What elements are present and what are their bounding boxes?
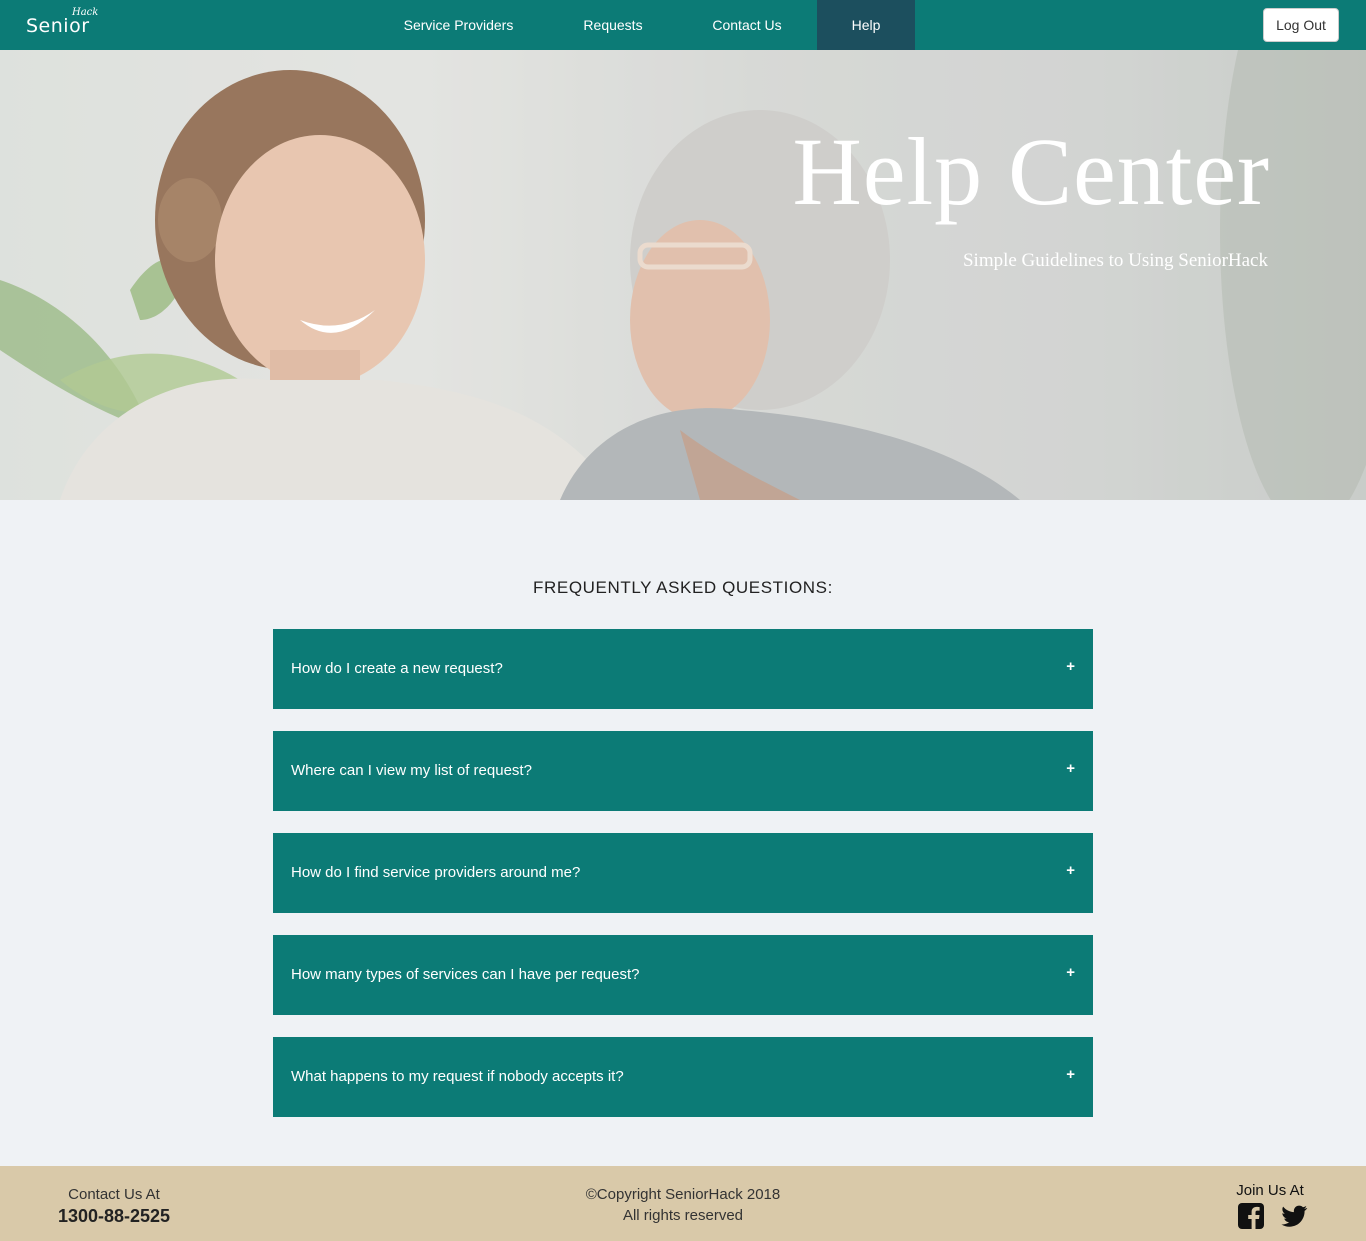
faq-question: What happens to my request if nobody acc… bbox=[291, 1068, 624, 1085]
nav-requests[interactable]: Requests bbox=[568, 0, 658, 50]
brand-logo[interactable]: Hack Senior bbox=[26, 6, 106, 44]
hero-subtitle: Simple Guidelines to Using SeniorHack bbox=[962, 250, 1268, 271]
expand-plus-icon[interactable]: + bbox=[1066, 1066, 1075, 1083]
expand-plus-icon[interactable]: + bbox=[1066, 964, 1075, 981]
twitter-icon[interactable] bbox=[1281, 1203, 1308, 1229]
faq-item[interactable]: How do I create a new request? + bbox=[273, 629, 1093, 709]
logout-button[interactable]: Log Out bbox=[1263, 8, 1339, 42]
faq-question: How do I find service providers around m… bbox=[291, 864, 581, 881]
footer-copyright: ©Copyright SeniorHack 2018 bbox=[585, 1186, 781, 1203]
nav-contact-us[interactable]: Contact Us bbox=[697, 0, 797, 50]
brand-logo-main-text: Senior bbox=[26, 15, 90, 37]
faq-question: Where can I view my list of request? bbox=[291, 762, 532, 779]
faq-item[interactable]: How many types of services can I have pe… bbox=[273, 935, 1093, 1015]
nav-help[interactable]: Help bbox=[817, 0, 915, 50]
hero-title: Help Center bbox=[792, 118, 1270, 225]
facebook-icon[interactable] bbox=[1238, 1203, 1264, 1229]
faq-question: How do I create a new request? bbox=[291, 660, 503, 677]
footer-join-label: Join Us At bbox=[1236, 1182, 1304, 1199]
expand-plus-icon[interactable]: + bbox=[1066, 862, 1075, 879]
expand-plus-icon[interactable]: + bbox=[1066, 760, 1075, 777]
expand-plus-icon[interactable]: + bbox=[1066, 658, 1075, 675]
nav-service-providers[interactable]: Service Providers bbox=[389, 0, 528, 50]
faq-item[interactable]: Where can I view my list of request? + bbox=[273, 731, 1093, 811]
footer-rights: All rights reserved bbox=[622, 1207, 744, 1224]
faq-heading: FREQUENTLY ASKED QUESTIONS: bbox=[533, 578, 833, 597]
faq-item[interactable]: How do I find service providers around m… bbox=[273, 833, 1093, 913]
faq-item[interactable]: What happens to my request if nobody acc… bbox=[273, 1037, 1093, 1117]
footer: Contact Us At 1300-88-2525 ©Copyright Se… bbox=[0, 1166, 1366, 1241]
hero-banner: Help Center Simple Guidelines to Using S… bbox=[0, 50, 1366, 500]
faq-question: How many types of services can I have pe… bbox=[291, 966, 640, 983]
top-navbar: Hack Senior Service Providers Requests C… bbox=[0, 0, 1366, 50]
